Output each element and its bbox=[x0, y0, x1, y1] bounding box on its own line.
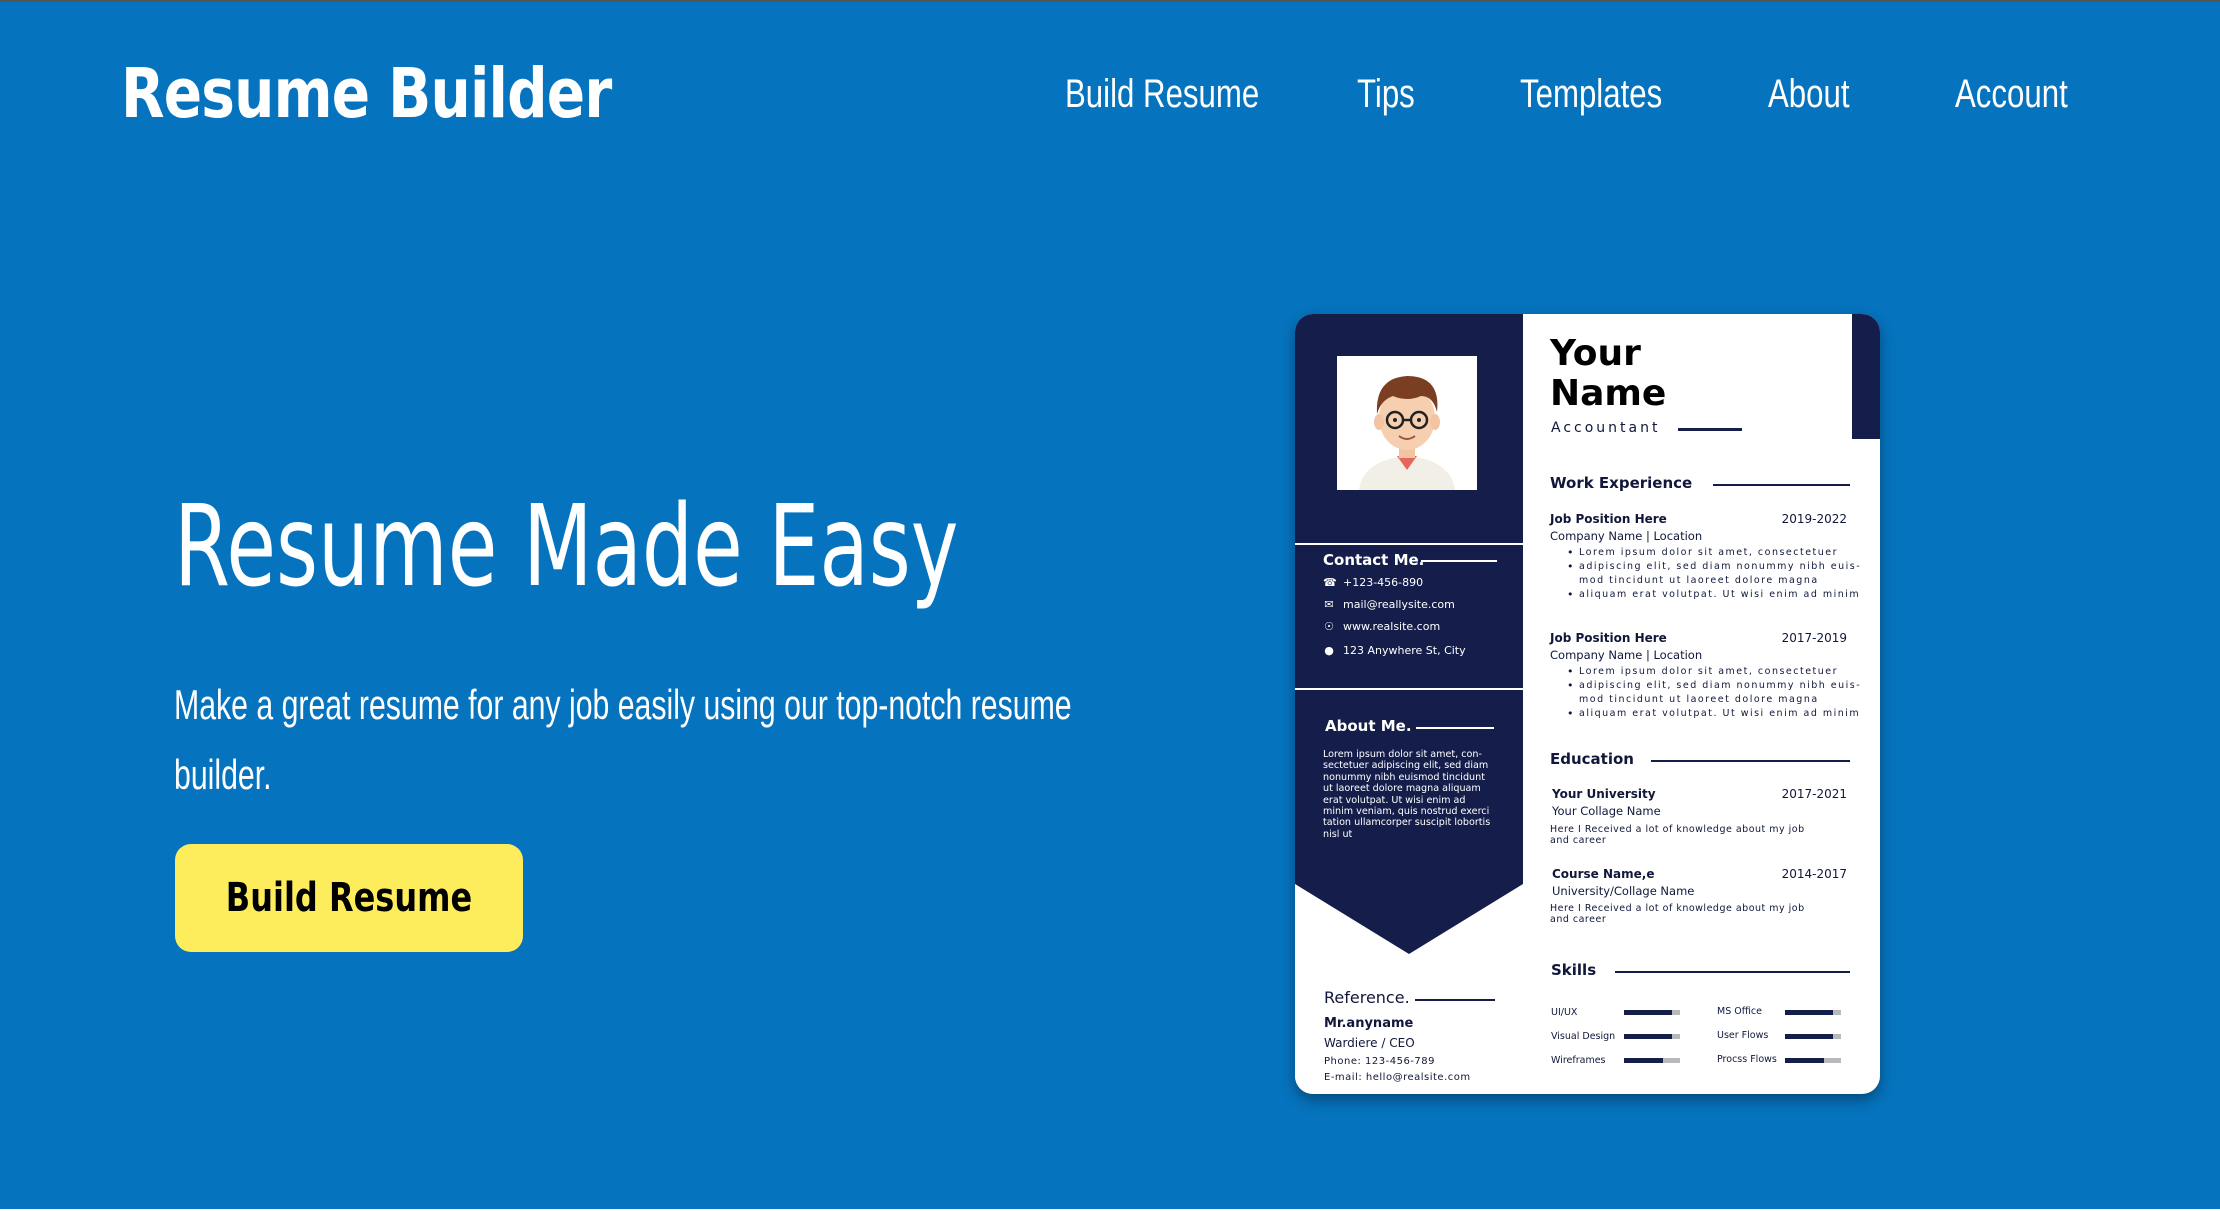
education-heading-rule bbox=[1651, 760, 1850, 762]
reference-heading-rule bbox=[1415, 999, 1495, 1001]
skill-bar bbox=[1785, 1034, 1841, 1039]
nav-about[interactable]: About bbox=[1768, 72, 1850, 117]
contact-phone-text: +123-456-890 bbox=[1343, 576, 1424, 589]
contact-website: ☉ www.realsite.com bbox=[1323, 620, 1440, 633]
location-pin-icon: ● bbox=[1324, 644, 1334, 657]
reference-name: Mr.anyname bbox=[1324, 1016, 1414, 1031]
reference-phone: Phone: 123-456-789 bbox=[1324, 1056, 1436, 1067]
job-bullet: aliquam erat volutpat. Ut wisi enim ad m… bbox=[1567, 707, 1867, 721]
role-rule bbox=[1678, 428, 1742, 431]
nav-build-resume[interactable]: Build Resume bbox=[1065, 72, 1259, 117]
avatar bbox=[1337, 356, 1477, 490]
avatar-illustration-icon bbox=[1337, 356, 1477, 490]
skill-bar-fill bbox=[1624, 1010, 1672, 1015]
job-bullet: Lorem ipsum dolor sit amet, consectetuer bbox=[1567, 665, 1867, 679]
about-heading: About Me. bbox=[1325, 717, 1412, 735]
skill-bar-fill bbox=[1785, 1010, 1833, 1015]
education-years: 2017-2021 bbox=[1781, 787, 1847, 801]
skill-bar-fill bbox=[1785, 1034, 1833, 1039]
nav-templates[interactable]: Templates bbox=[1520, 72, 1662, 117]
skills-heading-rule bbox=[1615, 971, 1850, 973]
skill-label: MS Office bbox=[1717, 1006, 1762, 1017]
hero-subtext: Make a great resume for any job easily u… bbox=[174, 681, 1072, 798]
nav-account[interactable]: Account bbox=[1955, 72, 2068, 117]
job-bullet: adipiscing elit, sed diam nonummy nibh e… bbox=[1567, 560, 1867, 588]
education-heading: Education bbox=[1550, 750, 1634, 768]
reference-email: E-mail: hello@realsite.com bbox=[1324, 1072, 1471, 1083]
job-bullet: aliquam erat volutpat. Ut wisi enim ad m… bbox=[1567, 588, 1867, 602]
job-bullets: Lorem ipsum dolor sit amet, consectetuer… bbox=[1567, 665, 1867, 721]
phone-icon: ☎ bbox=[1323, 576, 1337, 589]
build-resume-button[interactable]: Build Resume bbox=[175, 844, 523, 952]
work-heading-rule bbox=[1713, 484, 1850, 486]
education-years: 2014-2017 bbox=[1781, 867, 1847, 881]
header-accent-bar bbox=[1852, 314, 1880, 439]
about-heading-rule bbox=[1416, 727, 1494, 729]
contact-address: ● 123 Anywhere St, City bbox=[1323, 644, 1466, 657]
resume-role: Accountant bbox=[1551, 420, 1661, 436]
job-bullets: Lorem ipsum dolor sit amet, consectetuer… bbox=[1567, 546, 1867, 602]
resume-preview: Contact Me. ☎ +123-456-890 ✉ mail@really… bbox=[1295, 314, 1880, 1094]
skill-bar bbox=[1624, 1034, 1680, 1039]
skill-bar bbox=[1785, 1010, 1841, 1015]
skill-bar bbox=[1624, 1058, 1680, 1063]
contact-address-text: 123 Anywhere St, City bbox=[1343, 644, 1466, 657]
job-years: 2019-2022 bbox=[1781, 512, 1847, 526]
mail-icon: ✉ bbox=[1324, 598, 1334, 611]
education-sub: Your Collage Name bbox=[1552, 804, 1661, 818]
skill-label: Wireframes bbox=[1551, 1055, 1606, 1066]
work-heading: Work Experience bbox=[1550, 474, 1693, 492]
skill-bar-fill bbox=[1624, 1058, 1664, 1063]
contact-email: ✉ mail@reallysite.com bbox=[1323, 598, 1455, 611]
resume-sidebar: Contact Me. ☎ +123-456-890 ✉ mail@really… bbox=[1295, 314, 1523, 1094]
resume-name-first: Your bbox=[1550, 333, 1641, 374]
job-title: Job Position Here bbox=[1550, 512, 1667, 526]
education-sub: University/Collage Name bbox=[1552, 884, 1695, 898]
reference-title: Wardiere / CEO bbox=[1324, 1036, 1415, 1050]
skill-bar bbox=[1785, 1058, 1841, 1063]
skill-label: Visual Design bbox=[1551, 1031, 1616, 1042]
contact-website-text: www.realsite.com bbox=[1343, 620, 1441, 633]
education-text: Here I Received a lot of knowledge about… bbox=[1550, 903, 1805, 925]
reference-heading: Reference. bbox=[1324, 988, 1410, 1007]
job-company: Company Name | Location bbox=[1550, 529, 1703, 543]
skill-bar-fill bbox=[1624, 1034, 1672, 1039]
contact-heading: Contact Me. bbox=[1323, 551, 1425, 569]
job-title: Job Position Here bbox=[1550, 631, 1667, 645]
skill-bar-fill bbox=[1785, 1058, 1825, 1063]
education-title: Your University bbox=[1552, 787, 1656, 801]
education-text: Here I Received a lot of knowledge about… bbox=[1550, 824, 1805, 846]
skills-heading: Skills bbox=[1551, 961, 1597, 979]
skill-label: UI/UX bbox=[1551, 1007, 1578, 1018]
about-text: Lorem ipsum dolor sit amet, con-sectetue… bbox=[1323, 749, 1491, 840]
education-title: Course Name,e bbox=[1552, 867, 1655, 881]
hero-section: Resume Builder Build Resume Tips Templat… bbox=[0, 2, 2220, 1209]
contact-email-text: mail@reallysite.com bbox=[1343, 598, 1455, 611]
contact-heading-rule bbox=[1421, 560, 1497, 562]
skill-bar bbox=[1624, 1010, 1680, 1015]
nav-tips[interactable]: Tips bbox=[1357, 72, 1415, 117]
contact-phone: ☎ +123-456-890 bbox=[1323, 576, 1423, 589]
skill-label: Procss Flows bbox=[1717, 1054, 1777, 1065]
hero-headline: Resume Made Easy bbox=[174, 482, 959, 612]
job-bullet: Lorem ipsum dolor sit amet, consectetuer bbox=[1567, 546, 1867, 560]
job-bullet: adipiscing elit, sed diam nonummy nibh e… bbox=[1567, 679, 1867, 707]
skill-label: User Flows bbox=[1717, 1030, 1769, 1041]
job-company: Company Name | Location bbox=[1550, 648, 1703, 662]
build-resume-button-label: Build Resume bbox=[225, 875, 473, 921]
resume-name: Your Name bbox=[1550, 334, 1666, 414]
resume-name-last: Name bbox=[1550, 373, 1667, 414]
job-years: 2017-2019 bbox=[1781, 631, 1847, 645]
brand-logo[interactable]: Resume Builder bbox=[121, 54, 612, 134]
globe-icon: ☉ bbox=[1324, 620, 1334, 633]
